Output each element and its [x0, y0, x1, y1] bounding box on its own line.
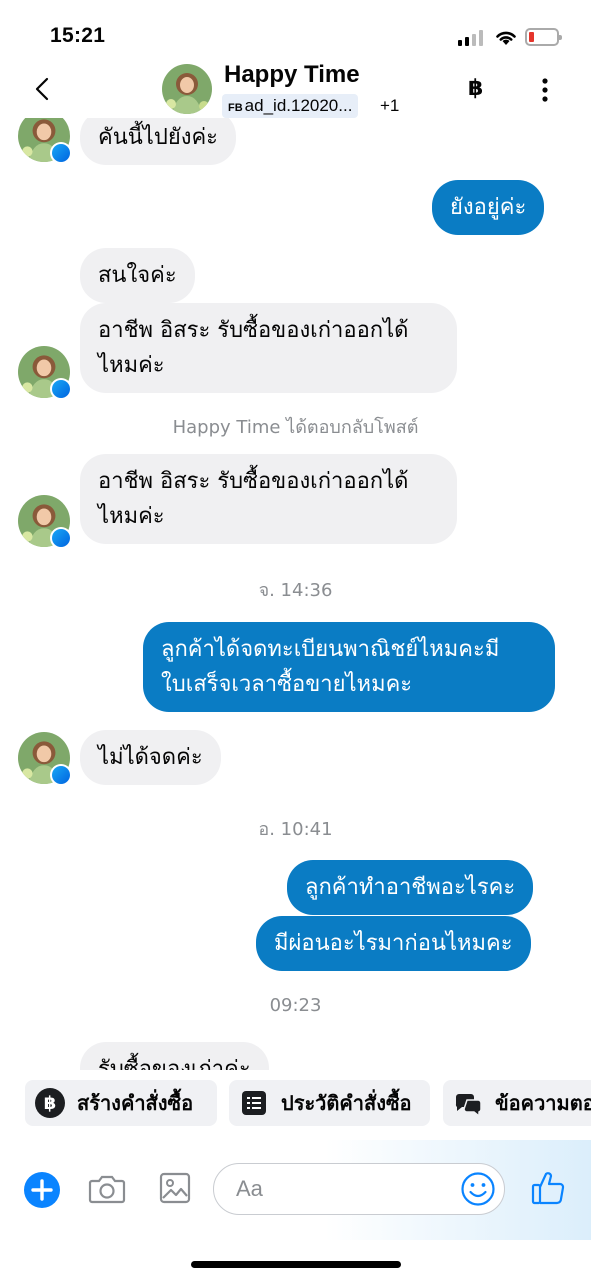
- receipt-icon: [242, 1091, 266, 1115]
- add-icon[interactable]: [24, 1172, 60, 1208]
- message-line: ไหมค่ะ: [98, 504, 165, 529]
- ad-source-chip[interactable]: FB ad_id.12020...: [222, 94, 359, 118]
- more-options-icon[interactable]: [533, 76, 557, 104]
- message-bubble-incoming[interactable]: รับซื้อของเก่าค่ะ: [80, 1042, 269, 1070]
- camera-icon[interactable]: [88, 1172, 126, 1206]
- messenger-icon: [50, 378, 72, 400]
- wifi-icon: [496, 31, 516, 45]
- home-indicator: [191, 1261, 401, 1268]
- sender-avatar[interactable]: [18, 118, 72, 164]
- timestamp: จ. 14:36: [258, 580, 333, 601]
- order-history-button[interactable]: ประวัติคำสั่งซื้อ: [229, 1080, 430, 1126]
- ad-id-label: ad_id.12020...: [244, 96, 353, 115]
- battery-icon: [525, 28, 562, 46]
- create-order-button[interactable]: ฿ สร้างคำสั่งซื้อ: [25, 1080, 217, 1126]
- message-bubble-incoming[interactable]: อาชีพ อิสระ รับซื้อของเก่าออกได้ ไหมค่ะ: [80, 454, 457, 544]
- message-bubble-outgoing[interactable]: มีผ่อนอะไรมาก่อนไหมคะ: [256, 916, 531, 971]
- timestamp: 09:23: [269, 995, 322, 1016]
- quick-reply-label: ข้อความตอบกลับ: [495, 1091, 591, 1115]
- message-line: ไหมค่ะ: [98, 353, 165, 378]
- thumbs-up-icon[interactable]: [530, 1170, 566, 1206]
- extra-sources-count[interactable]: +1: [380, 94, 399, 118]
- message-input[interactable]: Aa: [213, 1163, 505, 1215]
- message-bubble-incoming[interactable]: ไม่ได้จดค่ะ: [80, 730, 221, 785]
- messenger-icon: [50, 527, 72, 549]
- message-list[interactable]: คันนี้ไปยังค่ะ ยังอยู่ค่ะ สนใจค่ะ อาชีพ …: [0, 118, 591, 1070]
- sender-avatar[interactable]: [18, 495, 72, 549]
- status-time: 15:21: [50, 24, 106, 47]
- contact-avatar[interactable]: [162, 64, 212, 114]
- svg-text:฿: ฿: [44, 1093, 57, 1114]
- message-bubble-incoming[interactable]: อาชีพ อิสระ รับซื้อของเก่าออกได้ ไหมค่ะ: [80, 303, 457, 393]
- message-bubble-outgoing[interactable]: ยังอยู่ค่ะ: [432, 180, 545, 235]
- message-bubble-incoming[interactable]: สนใจค่ะ: [80, 248, 195, 303]
- message-bubble-incoming[interactable]: คันนี้ไปยังค่ะ: [80, 118, 236, 165]
- gallery-icon[interactable]: [159, 1172, 191, 1204]
- message-bubble-outgoing[interactable]: ลูกค้าได้จดทะเบียนพาณิชย์ไหมคะมี ใบเสร็จ…: [143, 622, 555, 712]
- sender-avatar[interactable]: [18, 346, 72, 400]
- message-line: ใบเสร็จเวลาซื้อขายไหมคะ: [161, 672, 413, 697]
- system-notice: Happy Time ได้ตอบกลับโพสต์: [172, 417, 419, 438]
- facebook-badge: FB: [228, 102, 243, 114]
- quick-reply-label: สร้างคำสั่งซื้อ: [77, 1091, 194, 1115]
- message-line: อาชีพ อิสระ รับซื้อของเก่าออกได้: [98, 469, 409, 494]
- messenger-icon: [50, 764, 72, 786]
- timestamp: อ. 10:41: [258, 819, 333, 840]
- cellular-signal-icon: [458, 30, 486, 46]
- message-input-placeholder: Aa: [236, 1176, 263, 1201]
- baht-icon[interactable]: ฿: [468, 76, 483, 101]
- contact-name[interactable]: Happy Time: [224, 61, 360, 89]
- messenger-icon: [50, 142, 72, 164]
- chat-bubbles-icon: [455, 1094, 482, 1118]
- quick-reply-label: ประวัติคำสั่งซื้อ: [281, 1091, 412, 1115]
- emoji-icon[interactable]: [460, 1171, 496, 1207]
- message-line: อาชีพ อิสระ รับซื้อของเก่าออกได้: [98, 318, 409, 343]
- baht-circle-icon: ฿: [35, 1088, 65, 1118]
- back-icon[interactable]: [28, 74, 58, 104]
- saved-replies-button[interactable]: ข้อความตอบกลับ: [443, 1080, 591, 1126]
- sender-avatar[interactable]: [18, 732, 72, 786]
- message-line: ลูกค้าได้จดทะเบียนพาณิชย์ไหมคะมี: [161, 637, 500, 662]
- message-bubble-outgoing[interactable]: ลูกค้าทำอาชีพอะไรคะ: [287, 860, 534, 915]
